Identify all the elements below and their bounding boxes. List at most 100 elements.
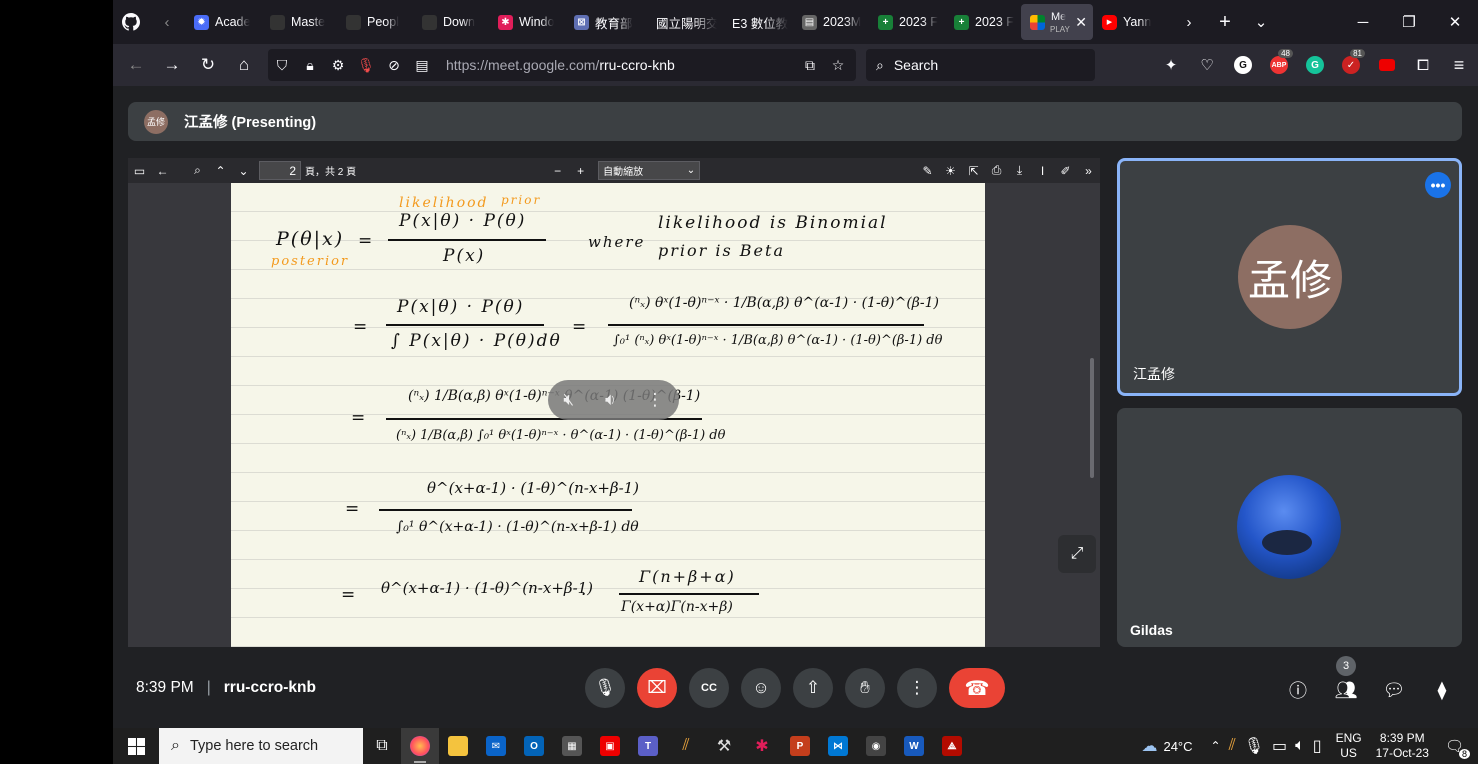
brightness-icon[interactable]: ☀ xyxy=(939,158,962,183)
extensions-puzzle-icon[interactable]: ⧠ xyxy=(1405,47,1441,83)
annotation-icon[interactable]: ✎ xyxy=(916,158,939,183)
battery-icon[interactable]: ▯ xyxy=(1313,736,1322,756)
draw-icon[interactable]: ✐ xyxy=(1054,158,1077,183)
bookmark-star-icon[interactable]: ☆ xyxy=(824,57,852,74)
github-icon[interactable] xyxy=(113,4,149,40)
microphone-button[interactable]: 🎙︎ xyxy=(585,668,625,708)
prev-page-icon[interactable]: ⌃ xyxy=(209,158,232,183)
camera-app-icon[interactable]: ◉ xyxy=(857,728,895,764)
open-external-icon[interactable]: ⇱ xyxy=(962,158,985,183)
shared-screen-pdf[interactable]: ▭ ← ⌕ ⌃ ⌄ 2 頁，共 2 頁 − + 自動縮放 ⌄ ✎ ☀ ⇱ ⎙ ⤓ … xyxy=(128,158,1100,647)
lock-icon[interactable]: 🔒︎ xyxy=(296,57,324,74)
outlook-icon[interactable]: O xyxy=(515,728,553,764)
browser-tab[interactable]: +2023 F xyxy=(945,4,1021,40)
tools-icon[interactable]: ⚒ xyxy=(705,728,743,764)
browser-tab[interactable]: ▤ 2023M xyxy=(793,4,869,40)
shield-icon[interactable]: ⛉ xyxy=(268,57,296,74)
meeting-info-icon[interactable]: ⓘ xyxy=(1286,678,1310,702)
print-icon[interactable]: ⎙ xyxy=(985,158,1008,183)
search-input[interactable]: ⌕ Search xyxy=(866,49,1095,81)
weather-temp[interactable]: 24°C xyxy=(1163,739,1192,754)
zoom-in-icon[interactable]: + xyxy=(569,158,592,183)
screen-share-indicator-icon[interactable]: ⧉ xyxy=(796,57,824,74)
mail-icon[interactable]: ✉ xyxy=(477,728,515,764)
activities-icon[interactable]: ⧫ xyxy=(1430,678,1454,702)
sidebar-toggle-icon[interactable]: ▭ xyxy=(128,158,151,183)
pdf-search-icon[interactable]: ⌕ xyxy=(186,158,209,183)
file-explorer-icon[interactable] xyxy=(439,728,477,764)
zoom-out-icon[interactable]: − xyxy=(546,158,569,183)
restore-icon[interactable]: ❐ xyxy=(1386,4,1432,40)
people-icon[interactable]: 👥︎ xyxy=(1334,678,1358,702)
end-call-button[interactable]: ☎︎ xyxy=(949,668,1005,708)
acrobat-reader-icon[interactable]: ▣ xyxy=(591,728,629,764)
slack-icon[interactable]: ✱ xyxy=(743,728,781,764)
tab-youtube[interactable]: ▶ Yann xyxy=(1093,4,1169,40)
word-icon[interactable]: W xyxy=(895,728,933,764)
clock[interactable]: 8:39 PM 17-Oct-23 xyxy=(1376,731,1429,761)
pdf-back-icon[interactable]: ← xyxy=(151,158,174,183)
todo-extension-icon[interactable]: ✓ 81 xyxy=(1333,47,1369,83)
more-options-icon[interactable]: ••• xyxy=(1425,172,1451,198)
pocket-icon[interactable]: ♡ xyxy=(1189,47,1225,83)
extension-icon[interactable]: ✦ xyxy=(1153,47,1189,83)
firefox-icon[interactable] xyxy=(401,728,439,764)
participant-tile-gildas[interactable]: Gildas xyxy=(1117,408,1462,647)
list-tabs-chevron-icon[interactable]: ⌄ xyxy=(1243,4,1279,40)
wireless-icon[interactable]: ⫽ xyxy=(667,728,705,764)
youtube-extension-icon[interactable] xyxy=(1369,47,1405,83)
adblock-icon[interactable]: ABP 48 xyxy=(1261,47,1297,83)
reader-icon[interactable]: ▤ xyxy=(408,57,436,74)
minimize-icon[interactable]: ─ xyxy=(1340,4,1386,40)
volume-icon[interactable]: 🔉︎ xyxy=(605,390,616,410)
tab-google-meet-active[interactable]: Me PLAY ✕ xyxy=(1021,4,1093,40)
browser-tab[interactable]: +2023 F xyxy=(869,4,945,40)
back-icon[interactable]: ← xyxy=(118,47,154,83)
close-window-icon[interactable]: ✕ xyxy=(1432,4,1478,40)
menu-hamburger-icon[interactable]: ≡ xyxy=(1441,47,1477,83)
browser-tab[interactable]: E3 數位教 xyxy=(717,4,793,40)
chat-icon[interactable]: 💬︎ xyxy=(1382,678,1406,702)
url-text[interactable]: https://meet.google.com/rru-ccro-knb xyxy=(446,57,675,73)
windows-start-icon[interactable] xyxy=(113,728,159,764)
browser-tab[interactable]: 國立陽明交 xyxy=(641,4,717,40)
tray-app-icon[interactable]: ⫽ xyxy=(1229,737,1236,755)
browser-tab[interactable]: ✹ Acade xyxy=(185,4,261,40)
url-bar[interactable]: ⛉ 🔒︎ ⚙ 🎙︎ ⊘ ▤ https://meet.google.com/rr… xyxy=(268,49,856,81)
task-view-icon[interactable]: ⧉ xyxy=(363,728,401,764)
calculator-icon[interactable]: ▦ xyxy=(553,728,591,764)
pdf-scrollbar[interactable] xyxy=(1090,358,1094,478)
download-icon[interactable]: ⤓ xyxy=(1008,158,1031,183)
home-icon[interactable]: ⌂ xyxy=(226,47,262,83)
tray-overflow-icon[interactable]: ⌃ xyxy=(1211,739,1221,753)
notifications-icon[interactable]: 🗨︎ 8 xyxy=(1445,737,1470,759)
language-indicator[interactable]: ENG US xyxy=(1336,731,1362,761)
browser-tab[interactable]: Down xyxy=(413,4,489,40)
grammarly-g-icon[interactable]: G xyxy=(1225,47,1261,83)
browser-tab[interactable]: ✱ Windo xyxy=(489,4,565,40)
weather-icon[interactable]: ☁ xyxy=(1141,736,1157,756)
mic-tray-icon[interactable]: 🎙︎ xyxy=(1244,736,1264,756)
camera-blocked-icon[interactable]: ⊘ xyxy=(380,57,408,74)
tabs-scroll-left-icon[interactable]: ‹ xyxy=(149,4,185,40)
powerpoint-icon[interactable]: P xyxy=(781,728,819,764)
muted-speaker-icon[interactable]: 🔇︎ xyxy=(563,390,574,410)
emoji-button[interactable]: ☺ xyxy=(741,668,781,708)
browser-tab[interactable]: Peopl xyxy=(337,4,413,40)
text-cursor-icon[interactable]: I xyxy=(1031,158,1054,183)
mic-blocked-icon[interactable]: 🎙︎ xyxy=(352,57,380,74)
acrobat-icon[interactable]: ⟁ xyxy=(933,728,971,764)
camera-off-button[interactable]: ⌧ xyxy=(637,668,677,708)
media-overlay[interactable]: 🔇︎ 🔉︎ ⋮ xyxy=(548,380,679,420)
grammarly-icon[interactable]: G xyxy=(1297,47,1333,83)
participant-tile-presenter[interactable]: ••• 孟修 江孟修 xyxy=(1117,158,1462,396)
network-icon[interactable]: ▭ xyxy=(1272,736,1287,756)
next-page-icon[interactable]: ⌄ xyxy=(232,158,255,183)
captions-button[interactable]: CC xyxy=(689,668,729,708)
taskbar-search-input[interactable]: ⌕ Type here to search xyxy=(159,728,363,764)
permissions-icon[interactable]: ⚙ xyxy=(324,57,352,74)
more-options-button[interactable]: ⋮ xyxy=(897,668,937,708)
reload-icon[interactable]: ↻ xyxy=(190,47,226,83)
new-tab-icon[interactable]: + xyxy=(1207,4,1243,40)
teams-icon[interactable]: T xyxy=(629,728,667,764)
